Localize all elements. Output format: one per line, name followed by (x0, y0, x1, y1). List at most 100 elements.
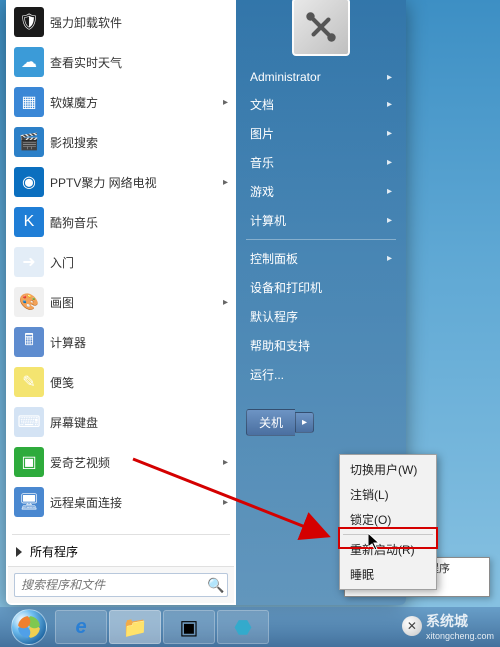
chevron-right-icon: ▸ (223, 97, 228, 108)
search-input[interactable] (15, 578, 205, 592)
apps-icon: ▣ (180, 615, 199, 640)
app-item[interactable]: ✎ 便笺 (8, 362, 234, 402)
app-label: 影视搜索 (50, 134, 98, 151)
right-item-label: 默认程序 (250, 308, 298, 325)
search-power-row: 🔍 (8, 566, 234, 603)
triangle-right-icon (16, 547, 22, 557)
context-menu-item[interactable]: 切换用户(W) (342, 457, 434, 482)
context-menu-item[interactable]: 重新启动(R) (342, 537, 434, 562)
app-item[interactable]: ♠ 纸牌 (8, 522, 234, 532)
right-items-group-2: 控制面板 ▸ 设备和打印机默认程序帮助和支持运行... (236, 244, 406, 389)
app-item[interactable]: ▣ 爱奇艺视频 ▸ (8, 442, 234, 482)
right-panel-item[interactable]: 运行... (236, 360, 406, 389)
taskbar-item-explorer[interactable]: 📁 (109, 610, 161, 644)
app-icon: ⌨ (14, 407, 44, 437)
app-icon: ▦ (14, 87, 44, 117)
app-label: 查看实时天气 (50, 54, 122, 71)
right-panel-item[interactable]: 游戏▸ (236, 177, 406, 206)
app-icon: ✎ (14, 367, 44, 397)
app-icon: K (14, 207, 44, 237)
app-label: 便笺 (50, 374, 74, 391)
watermark-url: xitongcheng.com (426, 631, 494, 641)
app-icon: 🎨 (14, 287, 44, 317)
app-item[interactable]: 🎬 影视搜索 (8, 122, 234, 162)
app-label: 酷狗音乐 (50, 214, 98, 231)
app-item[interactable]: K 酷狗音乐 (8, 202, 234, 242)
app-label: 爱奇艺视频 (50, 454, 110, 471)
app-icon: 🛡 (14, 7, 44, 37)
ie-icon: e (75, 616, 86, 639)
right-item-label: 图片 (250, 125, 274, 142)
taskbar-item-ie[interactable]: e (55, 610, 107, 644)
watermark-text: 系统城 (426, 611, 494, 631)
power-main-button[interactable]: 关机 (246, 409, 295, 436)
app-icon: ♠ (14, 527, 44, 532)
chevron-right-icon: ▸ (223, 297, 228, 308)
app-item[interactable]: 🎨 画图 ▸ (8, 282, 234, 322)
separator (343, 534, 433, 535)
user-name-item[interactable]: Administrator ▸ (236, 64, 406, 90)
right-item-label: 控制面板 (250, 250, 298, 267)
app-item[interactable]: 🛡 强力卸载软件 (8, 2, 234, 42)
taskbar-item-apps[interactable]: ▣ (163, 610, 215, 644)
app-item[interactable]: ▦ 软媒魔方 ▸ (8, 82, 234, 122)
app-list: 🛡 强力卸载软件 ☁ 查看实时天气 ▦ 软媒魔方 ▸🎬 影视搜索 ◉ PPTV聚… (8, 2, 234, 532)
chevron-right-icon: ▸ (387, 253, 392, 264)
context-menu-item[interactable]: 睡眠 (342, 562, 434, 587)
chevron-right-icon: ▸ (223, 497, 228, 508)
chevron-right-icon: ▸ (387, 157, 392, 168)
app-item[interactable]: 🖩 计算器 (8, 322, 234, 362)
app-label: 画图 (50, 294, 74, 311)
watermark-logo-icon: ✕ (402, 616, 422, 636)
right-item-label: 运行... (250, 366, 284, 383)
app-label: 屏幕键盘 (50, 414, 98, 431)
watermark: ✕ 系统城 xitongcheng.com (402, 611, 494, 641)
search-box[interactable]: 🔍 (14, 573, 228, 597)
right-panel-item[interactable]: 默认程序 (236, 302, 406, 331)
app-icon: ➜ (14, 247, 44, 277)
right-item-label: 游戏 (250, 183, 274, 200)
app-label: 计算器 (50, 334, 86, 351)
app-item[interactable]: 🖥 远程桌面连接 ▸ (8, 482, 234, 522)
app-label: 远程桌面连接 (50, 494, 122, 511)
right-item-label: 文档 (250, 96, 274, 113)
power-split-button[interactable]: 关机 ▸ (246, 409, 314, 436)
right-panel-item[interactable]: 图片 ▸ (236, 119, 406, 148)
app-item[interactable]: ◉ PPTV聚力 网络电视 ▸ (8, 162, 234, 202)
right-panel-item[interactable]: 文档 ▸ (236, 90, 406, 119)
separator (12, 534, 230, 535)
app-label: PPTV聚力 网络电视 (50, 174, 157, 191)
right-panel-item[interactable]: 帮助和支持 (236, 331, 406, 360)
app-icon: 🖩 (14, 327, 44, 357)
right-item-label: 设备和打印机 (250, 279, 322, 296)
app-item[interactable]: ⌨ 屏幕键盘 (8, 402, 234, 442)
all-programs-label: 所有程序 (30, 543, 78, 560)
app-item[interactable]: ☁ 查看实时天气 (8, 42, 234, 82)
right-panel-item[interactable]: 控制面板 ▸ (236, 244, 406, 273)
separator (246, 239, 396, 240)
right-panel-item[interactable]: 计算机▸ (236, 206, 406, 235)
right-panel-item[interactable]: 音乐▸ (236, 148, 406, 177)
power-label: 关机 (259, 416, 283, 430)
power-options-arrow[interactable]: ▸ (295, 412, 314, 433)
all-programs-button[interactable]: 所有程序 (8, 537, 234, 566)
search-icon: 🔍 (205, 577, 227, 594)
start-menu-left-panel: 🛡 强力卸载软件 ☁ 查看实时天气 ▦ 软媒魔方 ▸🎬 影视搜索 ◉ PPTV聚… (6, 0, 236, 605)
chevron-right-icon: ▸ (387, 128, 392, 139)
chevron-right-icon: ▸ (223, 457, 228, 468)
app-label: 强力卸载软件 (50, 14, 122, 31)
app-label: 软媒魔方 (50, 94, 98, 111)
app-icon: ▣ (14, 447, 44, 477)
chevron-right-icon: ▸ (387, 99, 392, 110)
context-menu-item[interactable]: 注销(L) (342, 482, 434, 507)
start-button[interactable] (4, 607, 54, 647)
context-menu-item[interactable]: 锁定(O) (342, 507, 434, 532)
app-icon: 🎬 (14, 127, 44, 157)
avatar-tools-icon (300, 6, 342, 48)
right-panel-item[interactable]: 设备和打印机 (236, 273, 406, 302)
power-context-menu: 切换用户(W)注销(L)锁定(O) 重新启动(R)睡眠 (339, 454, 437, 590)
app-item[interactable]: ➜ 入门 (8, 242, 234, 282)
user-avatar[interactable] (292, 0, 350, 56)
app-icon: ☁ (14, 47, 44, 77)
taskbar-item-tool[interactable]: ⬣ (217, 610, 269, 644)
